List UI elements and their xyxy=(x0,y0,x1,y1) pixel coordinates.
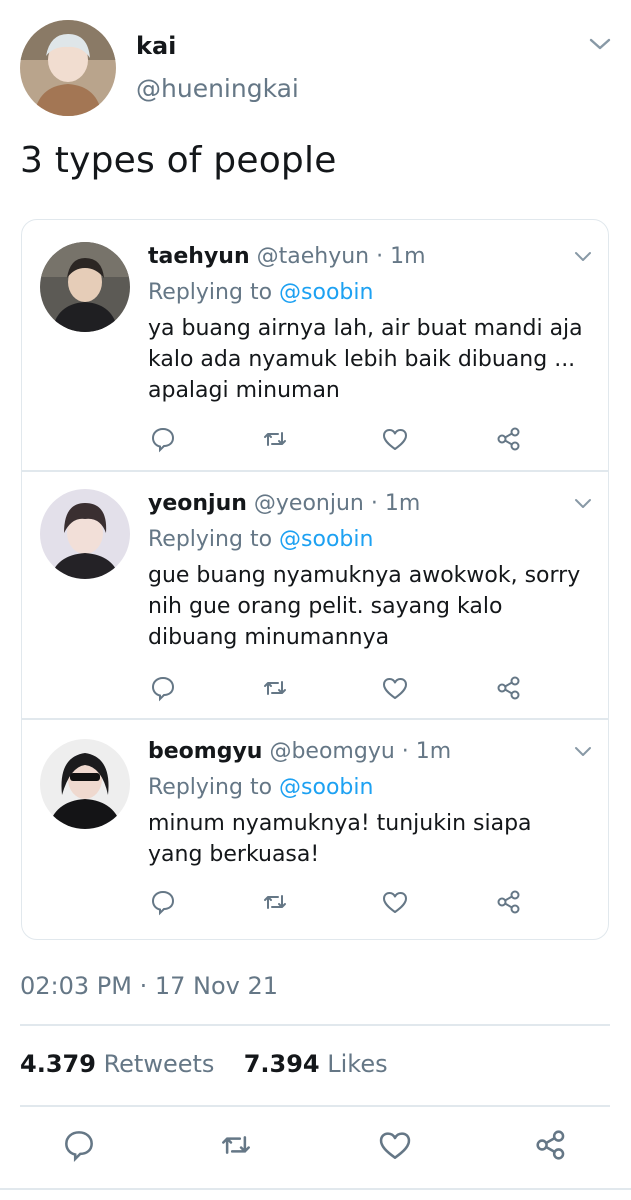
avatar[interactable] xyxy=(40,739,130,829)
reply-icon[interactable] xyxy=(148,673,178,703)
embedded-replies-card: taehyun @taehyun · 1m Replying to @soobi… xyxy=(21,219,609,940)
reply-header: taehyun @taehyun · 1m xyxy=(148,244,426,269)
reply-actions xyxy=(148,887,528,917)
tweet-header: kai @hueningkai xyxy=(0,0,631,130)
retweet-icon[interactable] xyxy=(260,887,290,917)
reply-icon[interactable] xyxy=(148,424,178,454)
retweets-stat[interactable]: 4.379 Retweets xyxy=(20,1050,222,1078)
reply-author-handle[interactable]: @yeonjun xyxy=(254,491,364,516)
replying-to-label: Replying to xyxy=(148,527,273,552)
mention-link[interactable]: @soobin xyxy=(279,527,373,552)
reply-item[interactable]: yeonjun @yeonjun · 1m Replying to @soobi… xyxy=(22,471,608,718)
heart-icon[interactable] xyxy=(380,673,410,703)
chevron-down-icon[interactable] xyxy=(572,495,594,513)
share-icon[interactable] xyxy=(532,1126,570,1164)
share-icon[interactable] xyxy=(494,673,524,703)
reply-item[interactable]: taehyun @taehyun · 1m Replying to @soobi… xyxy=(22,220,608,470)
heart-icon[interactable] xyxy=(380,887,410,917)
retweet-count: 4.379 xyxy=(20,1050,96,1078)
avatar[interactable] xyxy=(40,242,130,332)
tweet-stats: 4.379 Retweets 7.394 Likes xyxy=(20,1050,388,1078)
replying-to: Replying to @soobin xyxy=(148,527,373,552)
heart-icon[interactable] xyxy=(376,1126,414,1164)
reply-text: minum nyamuknya! tunjukin siapa yang ber… xyxy=(148,811,532,867)
reply-author-name[interactable]: beomgyu xyxy=(148,739,262,764)
reply-author-name[interactable]: yeonjun xyxy=(148,491,247,516)
mention-link[interactable]: @soobin xyxy=(279,280,373,305)
avatar[interactable] xyxy=(40,489,130,579)
author-handle[interactable]: @hueningkai xyxy=(136,74,299,103)
replying-to: Replying to @soobin xyxy=(148,280,373,305)
like-count: 7.394 xyxy=(243,1050,320,1078)
divider xyxy=(20,1105,610,1107)
reply-time: · 1m xyxy=(401,739,452,764)
divider xyxy=(20,1024,610,1026)
replying-to: Replying to @soobin xyxy=(148,775,373,800)
heart-icon[interactable] xyxy=(380,424,410,454)
reply-header: beomgyu @beomgyu · 1m xyxy=(148,739,451,764)
reply-author-handle[interactable]: @beomgyu xyxy=(269,739,394,764)
reply-item[interactable]: beomgyu @beomgyu · 1m Replying to @soobi… xyxy=(22,719,608,939)
avatar[interactable] xyxy=(20,20,116,116)
divider xyxy=(0,1188,631,1190)
tweet-action-bar xyxy=(0,1126,631,1170)
retweets-label: Retweets xyxy=(103,1050,215,1078)
tweet-timestamp: 02:03 PM · 17 Nov 21 xyxy=(20,972,279,1000)
reply-text: gue buang nyamuknya awokwok, sorry nih g… xyxy=(148,563,581,650)
reply-time: · 1m xyxy=(376,244,426,269)
chevron-down-icon[interactable] xyxy=(572,743,594,761)
reply-header: yeonjun @yeonjun · 1m xyxy=(148,491,420,516)
reply-actions xyxy=(148,673,528,703)
retweet-icon[interactable] xyxy=(260,673,290,703)
reply-icon[interactable] xyxy=(60,1126,98,1164)
mention-link[interactable]: @soobin xyxy=(279,775,373,800)
reply-time: · 1m xyxy=(370,491,421,516)
reply-actions xyxy=(148,424,528,454)
share-icon[interactable] xyxy=(494,424,524,454)
reply-author-name[interactable]: taehyun xyxy=(148,244,250,269)
tweet-text: 3 types of people xyxy=(20,140,337,181)
reply-author-handle[interactable]: @taehyun xyxy=(257,244,370,269)
reply-icon[interactable] xyxy=(148,887,178,917)
replying-to-label: Replying to xyxy=(148,775,273,800)
tweet-detail-page: kai @hueningkai 3 types of people taehyu… xyxy=(0,0,631,1200)
chevron-down-icon[interactable] xyxy=(572,248,594,266)
reply-text: ya buang airnya lah, air buat mandi aja … xyxy=(148,316,583,403)
retweet-icon[interactable] xyxy=(217,1126,255,1164)
author-name[interactable]: kai xyxy=(136,32,176,60)
replying-to-label: Replying to xyxy=(148,280,273,305)
chevron-down-icon[interactable] xyxy=(587,34,613,54)
share-icon[interactable] xyxy=(494,887,524,917)
retweet-icon[interactable] xyxy=(260,424,290,454)
likes-stat[interactable]: 7.394 Likes xyxy=(244,1050,388,1078)
likes-label: Likes xyxy=(327,1050,388,1078)
